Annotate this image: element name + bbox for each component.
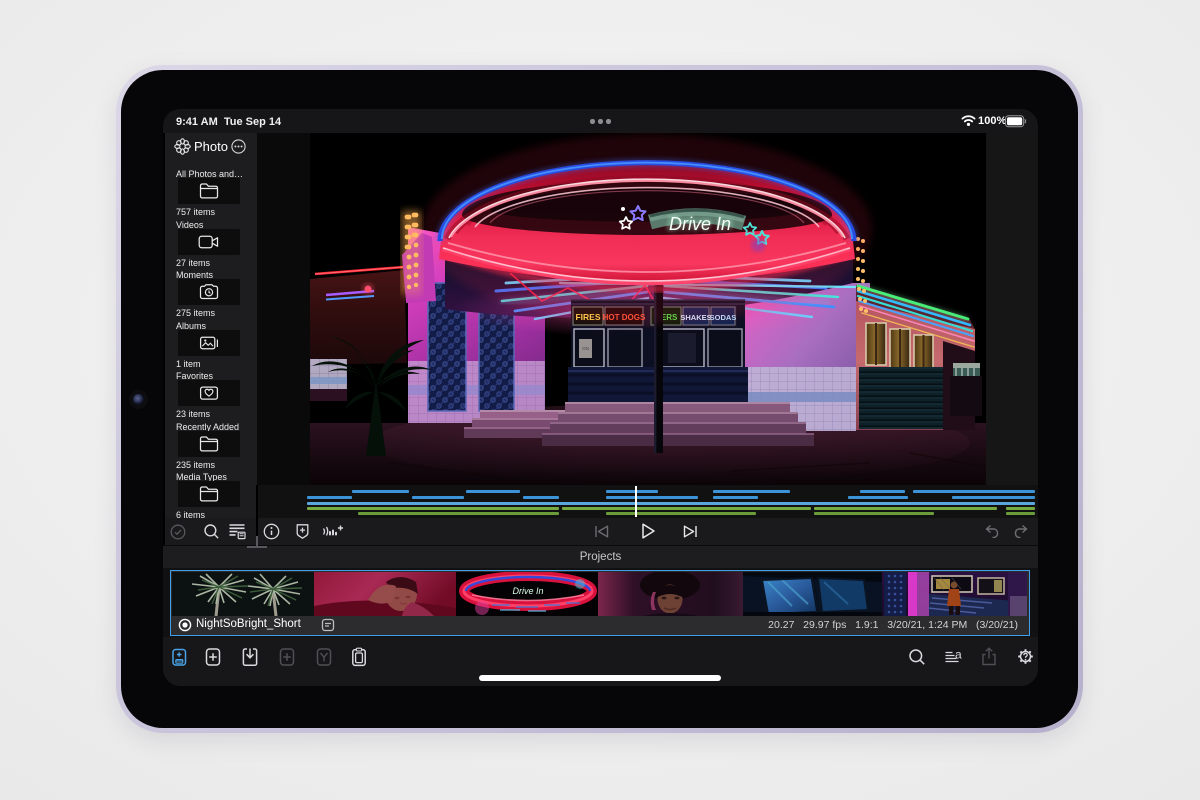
svg-text:Drive In: Drive In: [512, 586, 543, 596]
svg-text:ON: ON: [582, 346, 589, 351]
svg-text:Drive In: Drive In: [669, 214, 731, 234]
svg-text:a: a: [955, 649, 962, 662]
